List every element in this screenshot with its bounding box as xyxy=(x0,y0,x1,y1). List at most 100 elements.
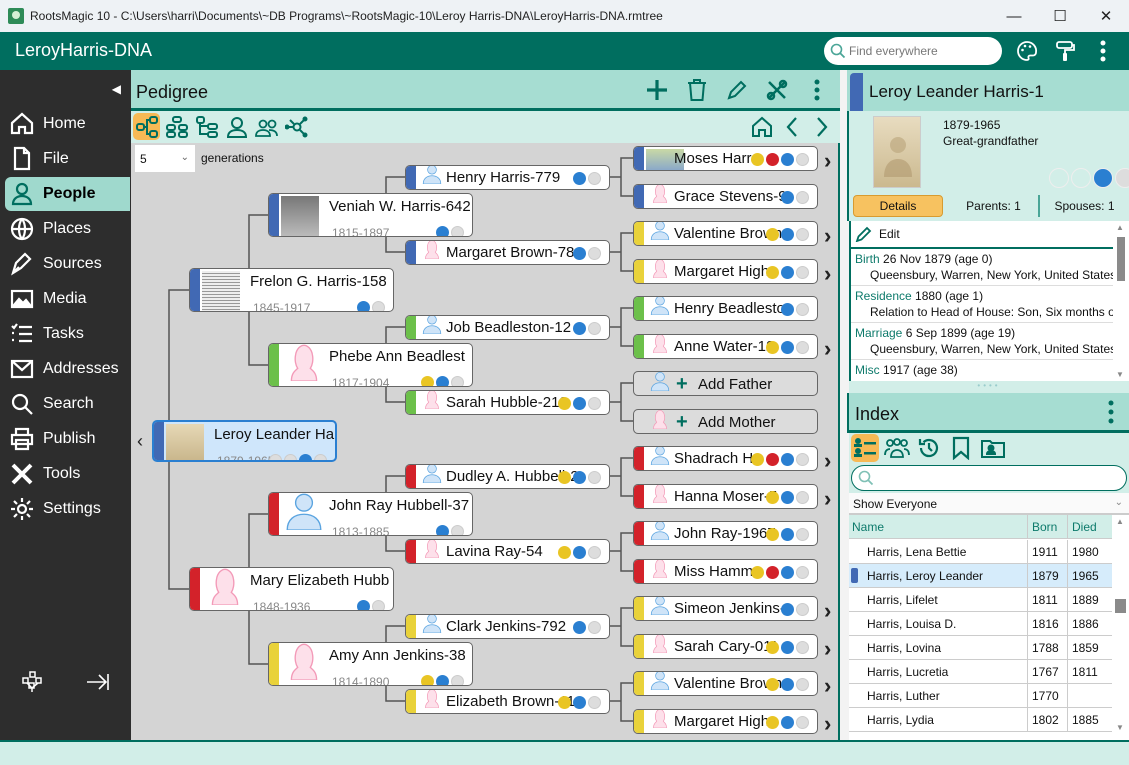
familysearch-icon[interactable] xyxy=(436,675,449,685)
sidebar-item-people[interactable]: People xyxy=(5,177,130,211)
familysearch-icon[interactable] xyxy=(781,152,794,166)
hints-icon[interactable] xyxy=(269,454,282,460)
expand-ancestors-arrow-icon[interactable]: › xyxy=(824,448,831,474)
home-person-icon[interactable] xyxy=(750,113,774,140)
sidebar-item-addresses[interactable]: Addresses xyxy=(5,352,130,386)
descendant-view-icon[interactable] xyxy=(193,113,220,140)
person-photo[interactable] xyxy=(873,116,921,188)
hints-icon[interactable] xyxy=(1115,168,1129,188)
hint-lightbulb-icon[interactable] xyxy=(766,715,779,729)
pedigree-view-icon[interactable] xyxy=(133,113,160,140)
hints-icon[interactable] xyxy=(372,301,385,311)
palette-icon[interactable] xyxy=(1014,38,1040,64)
person-box-gen5[interactable]: Margaret High xyxy=(633,259,818,284)
familysearch-icon[interactable] xyxy=(573,246,586,260)
back-arrow-icon[interactable] xyxy=(780,113,804,140)
forward-arrow-icon[interactable] xyxy=(810,113,834,140)
hints-icon[interactable] xyxy=(796,640,809,654)
person-box-grandparent[interactable]: Veniah W. Harris-642 1815-1897 xyxy=(268,193,473,237)
maximize-button[interactable]: ☐ xyxy=(1037,0,1083,32)
history-icon[interactable] xyxy=(915,434,943,462)
tools-icon[interactable] xyxy=(764,77,790,103)
familysearch-icon[interactable] xyxy=(436,376,449,386)
index-row[interactable]: Harris, Lena Bettie 1911 1980 xyxy=(849,540,1112,564)
hints-icon[interactable] xyxy=(451,226,464,236)
hints-icon[interactable] xyxy=(796,227,809,241)
edit-button[interactable]: Edit xyxy=(851,221,1113,249)
hint-lightbulb-icon[interactable] xyxy=(558,545,571,559)
hint-lightbulb-icon[interactable] xyxy=(766,265,779,279)
expand-ancestors-arrow-icon[interactable]: › xyxy=(824,261,831,287)
column-header-born[interactable]: Born xyxy=(1032,520,1057,534)
index-row[interactable]: Harris, Lifelet 1811 1889 xyxy=(849,588,1112,612)
hints-icon[interactable] xyxy=(588,171,601,185)
hint-lightbulb-icon[interactable] xyxy=(766,677,779,691)
collapse-sidebar-button[interactable]: ◀ xyxy=(112,82,121,96)
index-scrollbar[interactable]: ▲ ▼ xyxy=(1112,515,1129,740)
familysearch-icon[interactable] xyxy=(781,227,794,241)
expand-ancestors-arrow-icon[interactable]: › xyxy=(824,486,831,512)
sidebar-item-settings[interactable]: Settings xyxy=(5,492,130,526)
sidebar-item-home[interactable]: Home xyxy=(5,107,130,141)
person-box-gen5[interactable]: Valentine Brown xyxy=(633,221,818,246)
problem-alert-icon[interactable] xyxy=(766,452,779,466)
sidebar-item-tools[interactable]: Tools xyxy=(5,457,130,491)
person-box-great-grandparent[interactable]: Dudley A. Hubbell-2 xyxy=(405,464,610,489)
expand-ancestors-arrow-icon[interactable]: › xyxy=(824,336,831,362)
add-icon[interactable] xyxy=(644,77,670,103)
hint-lightbulb-icon[interactable] xyxy=(421,675,434,685)
expand-ancestors-arrow-icon[interactable]: › xyxy=(824,223,831,249)
edit-pencil-icon[interactable] xyxy=(724,77,750,103)
column-header-name[interactable]: Name xyxy=(852,520,884,534)
scroll-up-arrow-icon[interactable]: ▲ xyxy=(1116,223,1124,232)
person-view-icon[interactable] xyxy=(223,113,250,140)
person-box-gen5[interactable]: Margaret High xyxy=(633,709,818,734)
hints-icon[interactable] xyxy=(451,376,464,386)
hints-icon[interactable] xyxy=(588,246,601,260)
hint-lightbulb-icon[interactable] xyxy=(421,376,434,386)
hints-icon[interactable] xyxy=(314,454,327,460)
familysearch-icon[interactable] xyxy=(781,490,794,504)
scroll-up-arrow-icon[interactable]: ▲ xyxy=(1116,517,1124,526)
hints-icon[interactable] xyxy=(796,677,809,691)
problem-alert-icon[interactable] xyxy=(766,565,779,579)
person-box-great-grandparent[interactable]: Job Beadleston-12 xyxy=(405,315,610,340)
person-box-great-grandparent[interactable]: Elizabeth Brown-11 xyxy=(405,689,610,714)
index-row[interactable]: Harris, Lucretia 1767 1811 xyxy=(849,660,1112,684)
scrollbar-thumb[interactable] xyxy=(1115,599,1126,613)
familysearch-icon[interactable] xyxy=(573,545,586,559)
problem-alert-icon[interactable] xyxy=(766,152,779,166)
familysearch-icon[interactable] xyxy=(573,171,586,185)
person-box-gen5[interactable]: Moses Harr xyxy=(633,146,818,171)
add-father-button[interactable]: + Add Father xyxy=(633,371,818,396)
familysearch-icon[interactable] xyxy=(573,321,586,335)
person-box-great-grandparent[interactable]: Clark Jenkins-792 xyxy=(405,614,610,639)
hint-lightbulb-icon[interactable] xyxy=(766,527,779,541)
index-row[interactable]: Harris, Lovina 1788 1859 xyxy=(849,636,1112,660)
expand-ancestors-arrow-icon[interactable]: › xyxy=(824,673,831,699)
hint-lightbulb-icon[interactable] xyxy=(558,470,571,484)
sidebar-item-publish[interactable]: Publish xyxy=(5,422,130,456)
familysearch-icon[interactable] xyxy=(573,695,586,709)
person-box-parent[interactable]: Mary Elizabeth Hubb 1848-1936 xyxy=(189,567,394,611)
tab-spouses[interactable]: Spouses: 1 xyxy=(1040,195,1129,217)
paint-roller-icon[interactable] xyxy=(1052,38,1078,64)
person-box-root[interactable]: Leroy Leander Ha 1879-1965 xyxy=(152,420,337,462)
hints-icon[interactable] xyxy=(372,600,385,610)
person-folder-icon[interactable] xyxy=(979,434,1007,462)
person-box-great-grandparent[interactable]: Lavina Ray-54 xyxy=(405,539,610,564)
familysearch-icon[interactable] xyxy=(299,454,312,460)
index-row[interactable]: Harris, Lydia 1802 1885 xyxy=(849,708,1112,732)
facts-scrollbar[interactable]: ▲ ▼ xyxy=(1115,223,1127,379)
hints-icon[interactable] xyxy=(796,602,809,616)
person-box-gen5[interactable]: Anne Water-12 xyxy=(633,334,818,359)
add-mother-button[interactable]: + Add Mother xyxy=(633,409,818,434)
hints-icon[interactable] xyxy=(796,265,809,279)
familysearch-icon[interactable] xyxy=(781,677,794,691)
hints-icon[interactable] xyxy=(796,302,809,316)
hints-icon[interactable] xyxy=(796,340,809,354)
expand-ancestors-arrow-icon[interactable]: › xyxy=(824,598,831,624)
familysearch-icon[interactable] xyxy=(781,715,794,729)
person-box-gen5[interactable]: John Ray-1967 xyxy=(633,521,818,546)
hints-icon[interactable] xyxy=(588,321,601,335)
